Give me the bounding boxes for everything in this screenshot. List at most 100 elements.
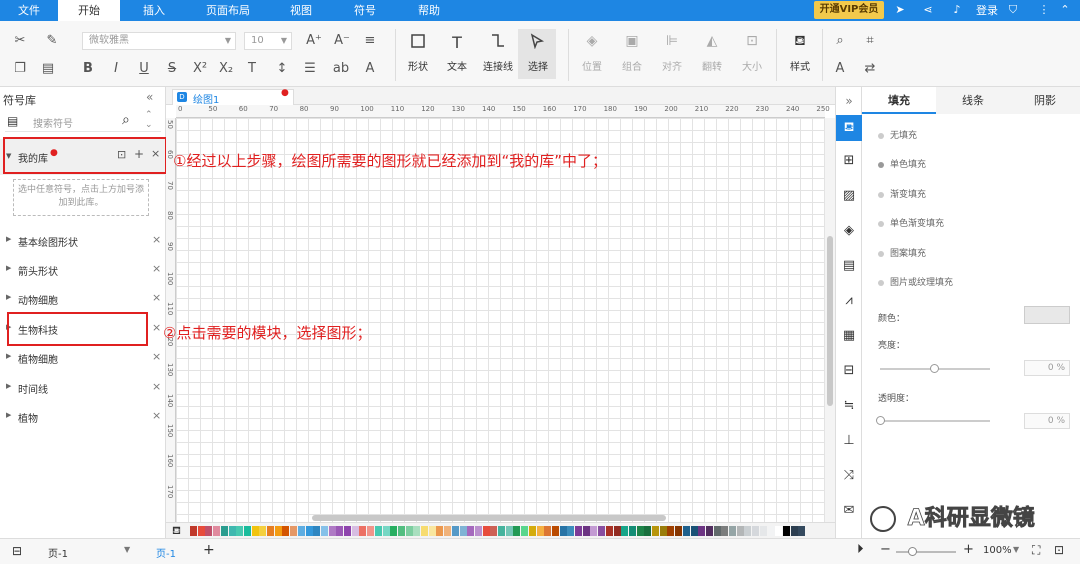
- zoom-level[interactable]: 100%: [983, 545, 1012, 556]
- brightness-value[interactable]: 0 %: [1024, 360, 1070, 376]
- color-swatch[interactable]: [467, 526, 475, 536]
- color-swatch[interactable]: [367, 526, 375, 536]
- collapse-icon[interactable]: «: [146, 90, 153, 104]
- document-tab[interactable]: D 绘图1 ●: [172, 88, 294, 106]
- color-swatch[interactable]: [775, 526, 783, 536]
- search-input[interactable]: 搜索符号: [33, 115, 73, 130]
- color-swatch[interactable]: [729, 526, 736, 536]
- text-case-button[interactable]: T: [244, 61, 260, 77]
- close-icon[interactable]: ×: [152, 233, 161, 246]
- color-swatch[interactable]: [459, 526, 467, 536]
- color-swatch[interactable]: [767, 526, 775, 536]
- bell-icon[interactable]: ♪: [950, 3, 964, 17]
- chevron-down-icon[interactable]: ▼: [124, 545, 130, 554]
- connector-icon[interactable]: [486, 33, 510, 53]
- color-swatch[interactable]: [559, 526, 567, 536]
- font-family-select[interactable]: 微软雅黑 ▼: [82, 32, 236, 50]
- menu-symbol[interactable]: 符号: [354, 0, 376, 21]
- text-label[interactable]: 文本: [447, 58, 467, 73]
- line-spacing-button[interactable]: ↕: [274, 61, 290, 77]
- replace-icon[interactable]: ⇄: [862, 61, 878, 77]
- copy-icon[interactable]: ❐: [12, 61, 28, 77]
- page-view-icon[interactable]: ⊟: [12, 544, 22, 558]
- color-swatch[interactable]: [220, 526, 228, 536]
- underline-button[interactable]: U: [136, 61, 152, 77]
- color-swatch[interactable]: [213, 526, 221, 536]
- align-label[interactable]: 对齐: [662, 58, 682, 73]
- color-swatch[interactable]: [436, 526, 444, 536]
- color-swatch[interactable]: [305, 526, 313, 536]
- fill-option[interactable]: 无填充: [878, 128, 917, 141]
- color-swatch[interactable]: [328, 526, 336, 536]
- image-icon[interactable]: ▨: [840, 187, 858, 205]
- color-swatch[interactable]: [482, 526, 490, 536]
- crop-icon[interactable]: ⌗: [862, 33, 878, 49]
- color-swatch[interactable]: [474, 526, 482, 536]
- tab-fill[interactable]: 填充: [862, 87, 936, 114]
- library-item[interactable]: ▶ 植物细胞 ×: [0, 343, 166, 372]
- text-icon[interactable]: T: [445, 33, 469, 53]
- color-swatch[interactable]: [705, 526, 713, 536]
- color-swatch[interactable]: [744, 526, 752, 536]
- group-label[interactable]: 组合: [622, 58, 642, 73]
- color-swatch[interactable]: [575, 526, 582, 536]
- play-icon[interactable]: ⏵: [857, 542, 864, 557]
- color-swatch[interactable]: [528, 526, 536, 536]
- chevron-down-icon[interactable]: ▼: [1013, 545, 1019, 554]
- color-swatch[interactable]: [390, 526, 398, 536]
- color-swatch[interactable]: [413, 526, 421, 536]
- color-swatch[interactable]: [644, 526, 652, 536]
- color-swatch[interactable]: [336, 526, 344, 536]
- menu-help[interactable]: 帮助: [418, 0, 440, 21]
- color-swatch[interactable]: [313, 526, 321, 536]
- shuffle-icon[interactable]: ⤨: [840, 467, 858, 485]
- color-swatch[interactable]: [282, 526, 290, 536]
- grid-icon[interactable]: ⊞: [840, 152, 858, 170]
- shape-label[interactable]: 形状: [408, 58, 428, 73]
- color-swatch[interactable]: [567, 526, 575, 536]
- fill-bucket-icon[interactable]: ⛾: [172, 524, 181, 539]
- italic-button[interactable]: I: [108, 61, 124, 77]
- color-swatch[interactable]: [228, 526, 236, 536]
- library-item[interactable]: ▶ 时间线 ×: [0, 373, 166, 402]
- color-swatch[interactable]: [297, 526, 305, 536]
- indent-icon[interactable]: ≒: [840, 397, 858, 415]
- drawing-canvas[interactable]: [176, 118, 825, 522]
- align-text-icon[interactable]: ≡: [362, 33, 378, 49]
- flip-label[interactable]: 翻转: [702, 58, 722, 73]
- grow-font-icon[interactable]: A⁺: [306, 33, 322, 49]
- color-swatch[interactable]: [251, 526, 259, 536]
- close-icon[interactable]: ×: [152, 380, 161, 393]
- color-swatch[interactable]: [613, 526, 621, 536]
- color-swatch[interactable]: [344, 526, 351, 536]
- send-icon[interactable]: ➤: [893, 3, 907, 17]
- page-select[interactable]: 页-1: [48, 545, 68, 560]
- color-swatch[interactable]: [428, 526, 436, 536]
- format-painter-icon[interactable]: ✎: [44, 33, 60, 49]
- login-link[interactable]: 登录: [976, 0, 998, 21]
- list-button[interactable]: ☰: [302, 61, 318, 77]
- color-swatch[interactable]: [667, 526, 675, 536]
- close-icon[interactable]: ×: [152, 262, 161, 275]
- color-swatch[interactable]: [652, 526, 659, 536]
- color-swatch[interactable]: [359, 526, 367, 536]
- fill-option[interactable]: 渐变填充: [878, 187, 926, 200]
- subscript-button[interactable]: X₂: [216, 61, 236, 77]
- color-swatch[interactable]: [759, 526, 767, 536]
- color-swatch[interactable]: [590, 526, 598, 536]
- color-swatch[interactable]: [659, 526, 667, 536]
- color-swatch[interactable]: [505, 526, 513, 536]
- slider-knob[interactable]: [876, 416, 885, 425]
- color-swatch[interactable]: [320, 526, 328, 536]
- vip-button[interactable]: 开通VIP会员: [814, 1, 884, 19]
- color-swatch[interactable]: [790, 526, 798, 536]
- font-style-icon[interactable]: A: [832, 61, 848, 77]
- color-swatch[interactable]: [513, 526, 521, 536]
- fullscreen-icon[interactable]: ⛶: [1032, 543, 1040, 558]
- expand-icon[interactable]: ⌃: [1058, 3, 1072, 17]
- color-swatch[interactable]: [274, 526, 282, 536]
- color-swatch[interactable]: [397, 526, 405, 536]
- opacity-slider[interactable]: [876, 416, 990, 425]
- find-icon[interactable]: ⌕: [832, 33, 848, 49]
- text-bg-button[interactable]: ab: [330, 61, 352, 77]
